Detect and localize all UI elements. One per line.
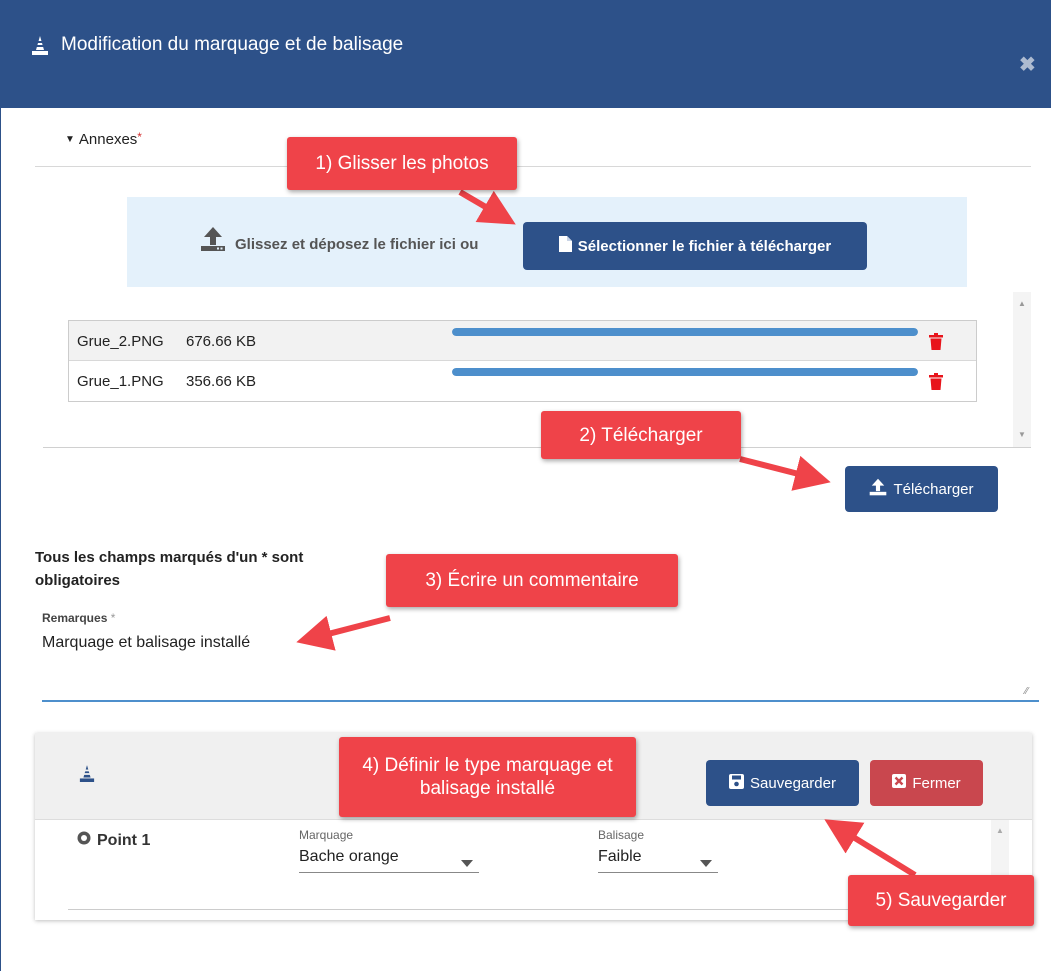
required-marker: *	[110, 611, 116, 625]
divider	[35, 166, 1031, 167]
dropzone-text: Glissez et déposez le fichier ici ou	[235, 236, 479, 253]
marquage-field: Marquage Bache orange	[299, 828, 479, 873]
annexes-toggle[interactable]: ▼ Annexes*	[65, 130, 142, 148]
file-icon	[558, 236, 572, 256]
traffic-cone-icon	[31, 36, 49, 61]
file-table: Grue_2.PNG 676.66 KB Grue_1.PNG 356.66 K…	[68, 320, 977, 402]
file-size: 676.66 KB	[186, 333, 257, 350]
close-button-label: Fermer	[912, 774, 961, 792]
callout-step1: 1) Glisser les photos	[287, 137, 517, 190]
balisage-select[interactable]: Faible	[598, 848, 718, 873]
upload-icon	[200, 226, 226, 257]
upload-progress-bar	[452, 328, 918, 336]
dialog-header: Modification du marquage et de balisage …	[0, 0, 1051, 108]
caret-down-icon: ▼	[65, 134, 75, 145]
required-marker: *	[137, 130, 142, 144]
marquage-value: Bache orange	[299, 848, 399, 865]
select-file-label: Sélectionner le fichier à télécharger	[577, 237, 832, 255]
scroll-down-icon[interactable]: ▼	[1018, 430, 1026, 439]
balisage-value: Faible	[598, 848, 642, 865]
arrow-step2	[739, 455, 831, 491]
save-button-label: Sauvegarder	[750, 774, 836, 792]
traffic-cone-icon	[79, 765, 95, 788]
required-fields-note: Tous les champs marqués d'un * sont obli…	[35, 549, 304, 589]
file-row: Grue_2.PNG 676.66 KB	[69, 321, 976, 361]
file-name: Grue_2.PNG	[77, 333, 164, 350]
select-file-button[interactable]: Sélectionner le fichier à télécharger	[523, 222, 867, 270]
close-box-icon	[892, 774, 907, 792]
callout-step4: 4) Définir le type marquage et balisage …	[339, 737, 636, 817]
marquage-select[interactable]: Bache orange	[299, 848, 479, 873]
save-button[interactable]: Sauvegarder	[706, 760, 859, 806]
file-row: Grue_1.PNG 356.66 KB	[69, 361, 976, 401]
upload-button[interactable]: Télécharger	[845, 466, 998, 512]
upload-progress-bar	[452, 368, 918, 376]
callout-step2: 2) Télécharger	[541, 411, 741, 459]
scrollbar[interactable]: ▲ ▼	[1013, 292, 1031, 447]
balisage-label: Balisage	[598, 828, 645, 842]
dialog-border	[0, 108, 1, 971]
scroll-up-icon[interactable]: ▲	[1018, 299, 1026, 308]
trash-icon[interactable]	[929, 333, 943, 355]
file-list-area: ▲ ▼ Grue_2.PNG 676.66 KB Grue_1.PNG 356.…	[43, 292, 1031, 448]
close-button[interactable]: Fermer	[870, 760, 983, 806]
file-dropzone[interactable]: Glissez et déposez le fichier ici ou Sél…	[127, 197, 967, 287]
remarks-label-text: Remarques	[42, 611, 108, 625]
balisage-field: Balisage Faible	[598, 828, 718, 873]
chevron-down-icon	[461, 854, 473, 872]
callout-step3: 3) Écrire un commentaire	[386, 554, 678, 607]
point-label-text: Point 1	[97, 831, 151, 849]
resize-handle-icon[interactable]: ⁄⁄	[1025, 686, 1028, 697]
file-name: Grue_1.PNG	[77, 373, 164, 390]
point-label: Point 1	[77, 831, 150, 850]
trash-icon[interactable]	[929, 373, 943, 395]
upload-icon	[869, 478, 887, 500]
save-icon	[729, 773, 745, 793]
chevron-down-icon	[700, 854, 712, 872]
file-size: 356.66 KB	[186, 373, 257, 390]
scroll-up-icon[interactable]: ▲	[996, 826, 1004, 835]
annexes-label: Annexes	[78, 131, 138, 148]
upload-button-label: Télécharger	[893, 480, 974, 498]
remarks-label: Remarques *	[42, 611, 115, 625]
close-icon[interactable]: ✖	[1019, 52, 1036, 77]
marquage-label: Marquage	[299, 828, 354, 842]
radio-icon	[77, 831, 91, 850]
callout-step5: 5) Sauvegarder	[848, 875, 1034, 926]
remarks-textarea[interactable]: Marquage et balisage installé	[42, 632, 1039, 702]
dialog-title: Modification du marquage et de balisage	[61, 34, 404, 55]
